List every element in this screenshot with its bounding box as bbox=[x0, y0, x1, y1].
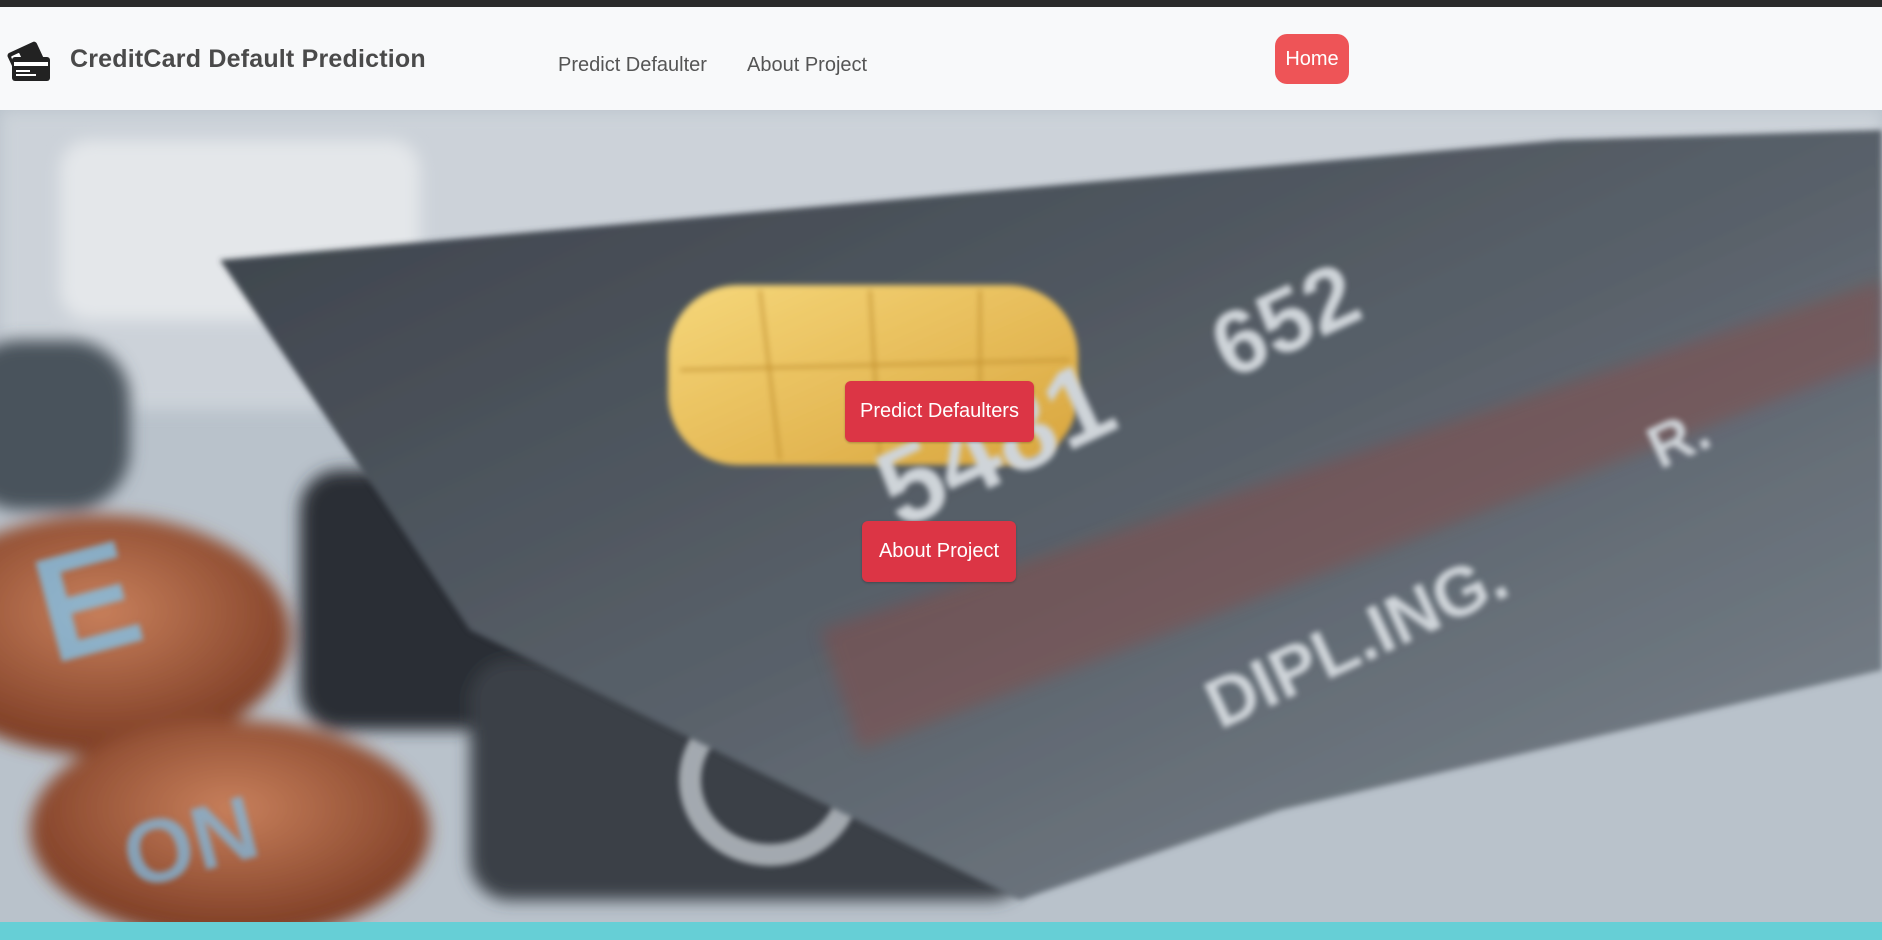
navbar: CreditCard Default Prediction Predict De… bbox=[0, 7, 1882, 110]
predict-defaulters-button[interactable]: Predict Defaulters bbox=[845, 381, 1034, 442]
nav-link-about-project[interactable]: About Project bbox=[747, 54, 867, 77]
credit-card-icon[interactable] bbox=[6, 37, 54, 87]
hero-background-image: E ON 5481 652 DIPL.ING. R. bbox=[0, 110, 1882, 922]
window-top-strip bbox=[0, 0, 1882, 7]
nav-link-predict-defaulter[interactable]: Predict Defaulter bbox=[558, 54, 707, 77]
brand-title[interactable]: CreditCard Default Prediction bbox=[70, 45, 426, 74]
home-button[interactable]: Home bbox=[1275, 34, 1349, 84]
about-project-button[interactable]: About Project bbox=[862, 521, 1016, 582]
hero-section: E ON 5481 652 DIPL.ING. R. Predict Defau… bbox=[0, 110, 1882, 922]
footer-strip bbox=[0, 922, 1882, 940]
